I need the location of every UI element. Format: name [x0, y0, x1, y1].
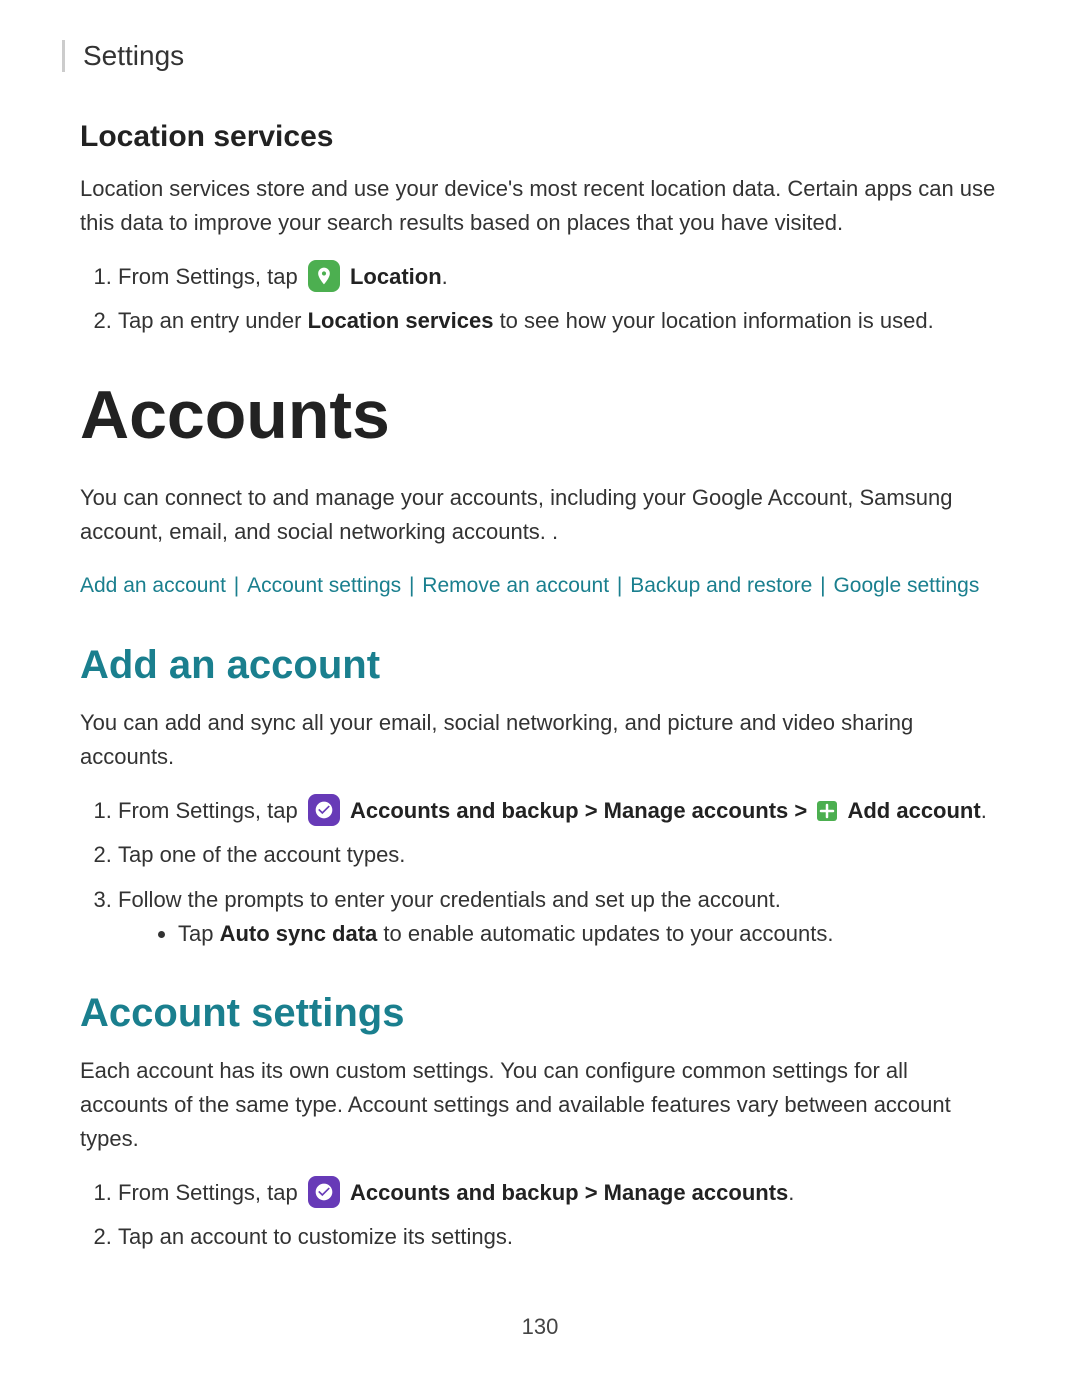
location-services-title: Location services	[80, 120, 1000, 154]
accounts-backup-manage-label: Accounts and backup > Manage accounts >	[350, 798, 807, 823]
add-account-section: Add an account You can add and sync all …	[80, 643, 1000, 951]
add-account-step-2: Tap one of the account types.	[118, 838, 1000, 872]
account-settings-step-2: Tap an account to customize its settings…	[118, 1220, 1000, 1254]
settings-header: Settings	[62, 40, 1000, 72]
settings-title: Settings	[83, 40, 184, 71]
location-bold-label: Location	[350, 264, 442, 289]
add-account-bold-label: Add account	[847, 798, 980, 823]
add-account-step-3: Follow the prompts to enter your credent…	[118, 883, 1000, 951]
link-account-settings[interactable]: Account settings	[247, 574, 401, 597]
separator-4: |	[814, 574, 831, 597]
location-services-bold: Location services	[308, 308, 494, 333]
link-backup-restore[interactable]: Backup and restore	[630, 574, 812, 597]
account-settings-steps-list: From Settings, tap Accounts and backup >…	[118, 1176, 1000, 1254]
location-steps-list: From Settings, tap Location. Tap an entr…	[118, 260, 1000, 338]
page-number: 130	[80, 1314, 1000, 1340]
add-plus-icon	[815, 799, 839, 823]
add-account-heading: Add an account	[80, 643, 1000, 688]
account-settings-description: Each account has its own custom settings…	[80, 1054, 1000, 1156]
accounts-main-heading: Accounts	[80, 378, 1000, 453]
add-account-description: You can add and sync all your email, soc…	[80, 706, 1000, 774]
auto-sync-bold: Auto sync data	[220, 921, 378, 946]
plus-icon-svg	[815, 799, 839, 823]
accounts-manage-bold: Accounts and backup > Manage accounts	[350, 1180, 788, 1205]
link-remove-account[interactable]: Remove an account	[422, 574, 609, 597]
account-settings-step-1: From Settings, tap Accounts and backup >…	[118, 1176, 1000, 1210]
accounts-icon-svg-2	[314, 1182, 334, 1202]
separator-2: |	[403, 574, 420, 597]
auto-sync-bullet: Tap Auto sync data to enable automatic u…	[178, 917, 1000, 951]
location-services-section: Location services Location services stor…	[80, 120, 1000, 338]
separator-1: |	[228, 574, 245, 597]
location-icon	[308, 260, 340, 292]
add-account-steps-list: From Settings, tap Accounts and backup >…	[118, 794, 1000, 950]
add-account-bullets: Tap Auto sync data to enable automatic u…	[178, 917, 1000, 951]
add-account-step-1: From Settings, tap Accounts and backup >…	[118, 794, 1000, 828]
location-services-description: Location services store and use your dev…	[80, 172, 1000, 240]
location-step-1: From Settings, tap Location.	[118, 260, 1000, 294]
link-add-account[interactable]: Add an account	[80, 574, 226, 597]
location-step-2: Tap an entry under Location services to …	[118, 304, 1000, 338]
page-container: Settings Location services Location serv…	[0, 0, 1080, 1400]
accounts-icon-2	[308, 1176, 340, 1208]
account-settings-heading: Account settings	[80, 991, 1000, 1036]
accounts-links-line: Add an account | Account settings | Remo…	[80, 569, 1000, 603]
location-icon-svg	[314, 266, 334, 286]
separator-3: |	[611, 574, 628, 597]
accounts-and-backup-icon	[308, 794, 340, 826]
accounts-description: You can connect to and manage your accou…	[80, 481, 1000, 549]
link-google-settings[interactable]: Google settings	[833, 574, 979, 597]
accounts-icon-svg	[314, 800, 334, 820]
account-settings-section: Account settings Each account has its ow…	[80, 991, 1000, 1255]
